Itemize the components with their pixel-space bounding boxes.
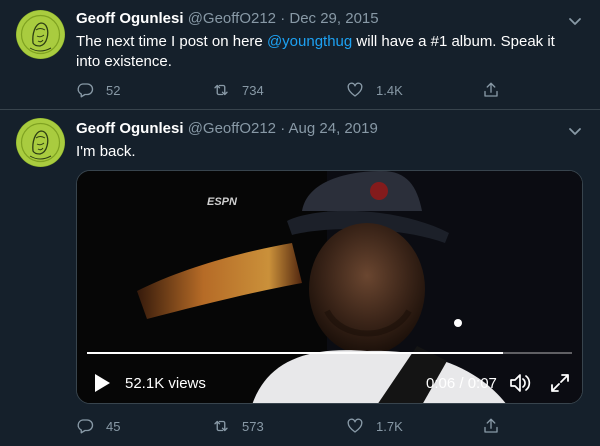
reply-count: 52 [106,82,121,98]
video-watermark: ESPN [207,196,238,208]
retweet-count: 734 [242,82,264,98]
retweet-button[interactable]: 734 [212,80,264,100]
tweet-actions: 45 573 1.7K [76,416,506,436]
play-button[interactable] [93,373,111,393]
share-button[interactable] [482,416,500,436]
like-count: 1.7K [376,418,403,434]
author-name[interactable]: Geoff Ogunlesi [76,120,184,137]
retweet-count: 573 [242,418,264,434]
heart-icon [346,417,364,435]
video-view-count: 52.1K views [125,375,206,392]
author-handle[interactable]: @GeoffO212 [188,120,276,137]
retweet-icon [212,81,230,99]
video-time: 0:06 / 0:07 [426,375,497,392]
tweet-text: The next time I post on here @youngthug … [76,32,581,72]
video-frame: ESPN [77,171,582,403]
chevron-down-icon[interactable] [566,122,584,140]
like-count: 1.4K [376,82,403,98]
heart-icon [346,81,364,99]
like-button[interactable]: 1.7K [346,416,403,436]
mention-link[interactable]: @youngthug [267,33,352,50]
tweet-header: Geoff Ogunlesi @GeoffO212 · Aug 24, 2019 [76,120,378,137]
avatar[interactable] [16,10,65,59]
share-icon [482,81,500,99]
author-handle[interactable]: @GeoffO212 [188,10,276,27]
tweet[interactable]: Geoff Ogunlesi @GeoffO212 · Dec 29, 2015… [0,0,600,110]
tweet-actions: 52 734 1.4K [76,80,506,100]
tweet[interactable]: Geoff Ogunlesi @GeoffO212 · Aug 24, 2019… [0,110,600,446]
reply-icon [76,417,94,435]
retweet-button[interactable]: 573 [212,416,264,436]
volume-button[interactable] [508,372,532,394]
video-progress-fill [87,352,503,354]
avatar[interactable] [16,118,65,167]
chevron-down-icon[interactable] [566,12,584,30]
separator: · [280,120,286,137]
expand-icon [549,372,571,394]
video-progress-bar[interactable] [87,352,572,354]
volume-icon [508,372,532,394]
reply-count: 45 [106,418,121,434]
play-icon [93,373,111,393]
reply-icon [76,81,94,99]
fullscreen-button[interactable] [549,372,571,394]
share-icon [482,417,500,435]
retweet-icon [212,417,230,435]
avatar-image [16,10,65,59]
tweet-text-part: The next time I post on here [76,33,267,50]
separator: · [280,10,286,27]
video-player[interactable]: ESPN 52.1K views 0:06 / 0:07 [76,170,583,404]
reply-button[interactable]: 45 [76,416,120,436]
author-name[interactable]: Geoff Ogunlesi [76,10,184,27]
avatar-image [16,118,65,167]
tweet-date[interactable]: Aug 24, 2019 [289,120,378,137]
tweet-date[interactable]: Dec 29, 2015 [289,10,378,27]
share-button[interactable] [482,80,500,100]
like-button[interactable]: 1.4K [346,80,403,100]
tweet-header: Geoff Ogunlesi @GeoffO212 · Dec 29, 2015 [76,10,379,27]
tweet-text: I'm back. [76,143,136,160]
reply-button[interactable]: 52 [76,80,120,100]
